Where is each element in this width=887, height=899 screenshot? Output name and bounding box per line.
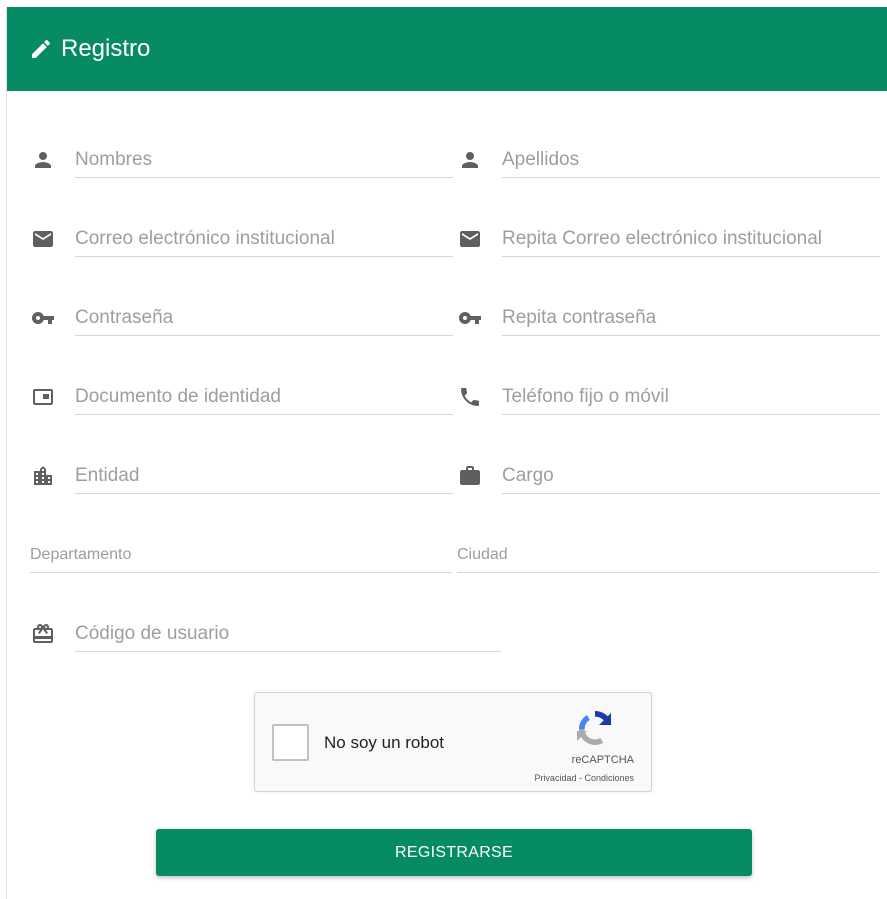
contrasena-input[interactable] — [75, 300, 453, 336]
briefcase-icon — [456, 462, 484, 490]
cargo-field — [456, 456, 880, 500]
repita-correo-field — [456, 219, 880, 263]
email-icon — [456, 225, 484, 253]
key-icon — [29, 304, 57, 332]
recaptcha-label: No soy un robot — [324, 733, 445, 752]
building-icon — [29, 462, 57, 490]
ciudad-field — [457, 535, 878, 579]
recaptcha-widget: No soy un robot reCAPTCHA Privacidad - C… — [254, 692, 652, 792]
recaptcha-terms-link[interactable]: Condiciones — [584, 773, 634, 783]
apellidos-input[interactable] — [502, 142, 880, 178]
repita-contrasena-field — [456, 298, 880, 342]
person-icon — [29, 146, 57, 174]
person-icon — [456, 146, 484, 174]
documento-input[interactable] — [75, 379, 453, 415]
correo-field — [29, 219, 453, 263]
codigo-usuario-input[interactable] — [75, 616, 501, 652]
nombres-field — [29, 140, 453, 184]
entidad-input[interactable] — [75, 458, 453, 494]
phone-icon — [456, 383, 484, 411]
telefono-field — [456, 377, 880, 421]
recaptcha-privacy-link[interactable]: Privacidad — [534, 773, 576, 783]
recaptcha-brand: reCAPTCHA — [571, 754, 634, 766]
nombres-input[interactable] — [75, 142, 453, 178]
key-icon — [456, 304, 484, 332]
pencil-icon — [32, 39, 51, 58]
departamento-select[interactable] — [30, 537, 452, 573]
contrasena-field — [29, 298, 453, 342]
apellidos-field — [456, 140, 880, 184]
register-button[interactable]: REGISTRARSE — [156, 829, 752, 876]
card-header: Registro — [7, 7, 887, 91]
cargo-input[interactable] — [502, 458, 880, 494]
documento-field — [29, 377, 453, 421]
repita-contrasena-input[interactable] — [502, 300, 880, 336]
registration-card: Registro Nombres Apellidos Correo electr… — [6, 7, 887, 899]
recaptcha-links: Privacidad - Condiciones — [534, 773, 634, 783]
email-icon — [29, 225, 57, 253]
ciudad-select[interactable] — [457, 537, 878, 573]
repita-correo-input[interactable] — [502, 221, 880, 257]
departamento-field — [30, 535, 452, 579]
correo-input[interactable] — [75, 221, 453, 257]
codigo-usuario-field — [29, 614, 501, 658]
id-card-icon — [29, 383, 57, 411]
entidad-field — [29, 456, 453, 500]
card-giftcard-icon — [29, 620, 57, 648]
recaptcha-logo-icon — [577, 711, 611, 745]
page-title: Registro — [61, 35, 151, 62]
telefono-input[interactable] — [502, 379, 880, 415]
recaptcha-checkbox[interactable] — [272, 724, 309, 761]
